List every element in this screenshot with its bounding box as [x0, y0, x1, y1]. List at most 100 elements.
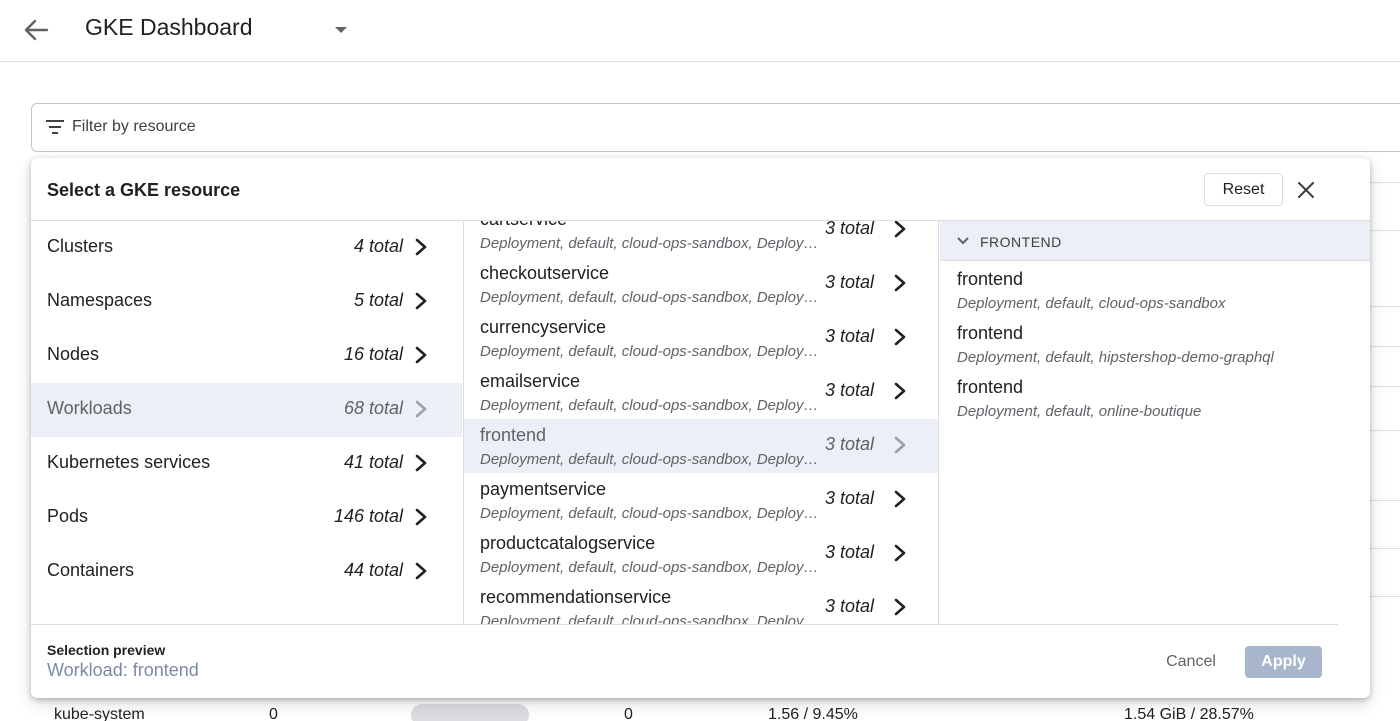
resource-type-item[interactable]: Containers 44 total	[31, 545, 462, 599]
filter-placeholder: Filter by resource	[72, 118, 196, 135]
chevron-right-icon	[894, 598, 906, 616]
resource-type-label: Clusters	[47, 236, 114, 256]
workload-count: 3 total	[825, 542, 875, 562]
chevron-right-icon	[894, 490, 906, 508]
close-icon	[1298, 182, 1314, 198]
workload-name: currencyservice	[480, 317, 607, 337]
workload-item[interactable]: checkoutservice Deployment, default, clou…	[464, 257, 938, 311]
workload-name: productcatalogservice	[480, 533, 656, 553]
workload-item[interactable]: cartservice Deployment, default, cloud-op…	[464, 221, 938, 257]
top-header: GKE Dashboard	[0, 0, 1400, 62]
resource-type-list: Clusters 4 total Namespaces 5 total Nodes 16 …	[31, 221, 462, 624]
workload-description: Deployment, default, cloud-ops-sandbox, …	[480, 559, 825, 576]
apply-button[interactable]: Apply	[1245, 646, 1322, 678]
workload-name: recommendationservice	[480, 587, 672, 607]
resource-type-label: Containers	[47, 560, 135, 580]
caret-down-icon	[335, 27, 347, 33]
workload-description: Deployment, default, cloud-ops-sandbox, …	[480, 505, 825, 522]
workload-description: Deployment, default, cloud-ops-sandbox, …	[480, 343, 825, 360]
workload-name: paymentservice	[480, 479, 607, 499]
reset-button[interactable]: Reset	[1204, 173, 1283, 206]
chevron-right-icon	[415, 238, 427, 256]
workload-count: 3 total	[825, 326, 875, 346]
workload-description: Deployment, default, cloud-ops-sandbox, …	[480, 613, 825, 624]
table-divider	[1370, 386, 1400, 387]
cpu-cell: 1.56 / 9.45%	[768, 706, 858, 721]
workload-count: 3 total	[825, 380, 875, 400]
filter-bar[interactable]: Filter by resource	[31, 103, 1400, 152]
frontend-group-header[interactable]: FRONTEND	[940, 221, 1370, 261]
dashboard-title: GKE Dashboard	[85, 14, 253, 40]
workload-count: 3 total	[825, 272, 875, 292]
table-divider	[1370, 500, 1400, 501]
count-cell: 0	[624, 706, 633, 721]
selection-preview-label: Selection preview	[47, 642, 166, 658]
table-divider	[1370, 548, 1400, 549]
chevron-right-icon	[894, 221, 906, 238]
workload-item[interactable]: emailservice Deployment, default, cloud-o…	[464, 365, 938, 419]
resource-type-item[interactable]: Nodes 16 total	[31, 329, 462, 383]
table-divider	[1370, 430, 1400, 431]
arrow-back-icon	[24, 19, 49, 41]
instance-description: Deployment, default, online-boutique	[957, 403, 1202, 420]
workload-item[interactable]: paymentservice Deployment, default, cloud…	[464, 473, 938, 527]
workload-name: frontend	[480, 425, 547, 445]
table-divider	[1370, 182, 1400, 183]
workload-item[interactable]: currencyservice Deployment, default, clou…	[464, 311, 938, 365]
memory-cell: 1.54 GiB / 28.57%	[1124, 706, 1254, 721]
instance-description: Deployment, default, cloud-ops-sandbox	[957, 295, 1226, 312]
chevron-right-icon	[415, 292, 427, 310]
workload-name: cartservice	[480, 221, 567, 230]
workload-count: 3 total	[825, 596, 875, 616]
chevron-right-icon	[894, 382, 906, 400]
workload-name: emailservice	[480, 371, 581, 391]
filter-list-icon	[46, 120, 64, 134]
resource-type-item[interactable]: Namespaces 5 total	[31, 275, 462, 329]
workload-count: 3 total	[825, 488, 875, 508]
chevron-right-icon	[415, 400, 427, 418]
chevron-right-icon	[894, 436, 906, 454]
chevron-right-icon	[415, 562, 427, 580]
workload-description: Deployment, default, cloud-ops-sandbox, …	[480, 289, 825, 306]
resource-type-count: 68 total	[343, 398, 403, 418]
chevron-right-icon	[894, 544, 906, 562]
gke-dashboard-page: GKE Dashboard Filter by resource kube-sy…	[0, 0, 1400, 721]
dialog-title: Select a GKE resource	[47, 180, 241, 200]
workload-item[interactable]: recommendationservice Deployment, default…	[464, 581, 938, 624]
resource-type-count: 146 total	[333, 506, 403, 526]
resource-type-label: Kubernetes services	[47, 452, 211, 472]
workload-item[interactable]: frontend Deployment, default, cloud-ops-s…	[464, 419, 938, 473]
instance-description: Deployment, default, hipstershop-demo-gr…	[957, 349, 1274, 366]
back-button[interactable]	[22, 16, 50, 44]
workload-count: 3 total	[825, 221, 875, 238]
frontend-instance-item[interactable]: frontend Deployment, default, hipstershop…	[940, 317, 1370, 371]
table-divider	[1370, 306, 1400, 307]
instance-name: frontend	[957, 377, 1024, 397]
resource-type-item[interactable]: Pods 146 total	[31, 491, 462, 545]
frontend-instance-list: FRONTEND frontend Deployment, default, cl…	[940, 221, 1370, 624]
frontend-instance-item[interactable]: frontend Deployment, default, online-bout…	[940, 371, 1370, 425]
instance-name: frontend	[957, 323, 1024, 343]
workload-description: Deployment, default, cloud-ops-sandbox, …	[480, 397, 825, 414]
namespace-cell: kube-system	[54, 706, 145, 721]
resource-type-item[interactable]: Kubernetes services 41 total	[31, 437, 462, 491]
resource-type-count: 4 total	[353, 236, 403, 256]
count-cell: 0	[269, 706, 278, 721]
table-divider	[1370, 230, 1400, 231]
chevron-right-icon	[415, 454, 427, 472]
table-divider	[1370, 596, 1400, 597]
dashboard-dropdown-button[interactable]	[330, 20, 352, 40]
workload-item[interactable]: productcatalogservice Deployment, default…	[464, 527, 938, 581]
resource-type-label: Namespaces	[47, 290, 153, 310]
resource-type-label: Nodes	[47, 344, 100, 364]
close-button[interactable]	[1294, 178, 1318, 202]
frontend-instance-item[interactable]: frontend Deployment, default, cloud-ops-s…	[940, 263, 1370, 317]
group-label: FRONTEND	[980, 234, 1062, 250]
workload-description: Deployment, default, cloud-ops-sandbox, …	[480, 235, 825, 252]
resource-type-item[interactable]: Clusters 4 total	[31, 221, 462, 275]
chevron-right-icon	[415, 346, 427, 364]
resource-type-item[interactable]: Workloads 68 total	[31, 383, 462, 437]
chevron-right-icon	[894, 274, 906, 292]
workload-list: cartservice Deployment, default, cloud-op…	[463, 221, 939, 624]
cancel-button[interactable]: Cancel	[1151, 646, 1231, 678]
